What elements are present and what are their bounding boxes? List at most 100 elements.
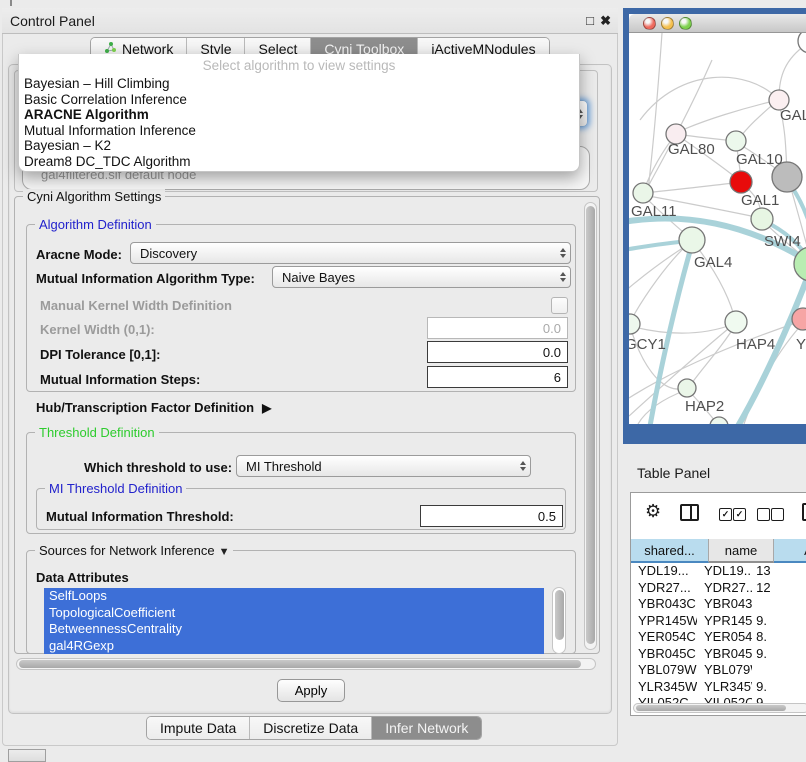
network-node-gcy1[interactable] bbox=[629, 314, 640, 334]
which-threshold-value: MI Threshold bbox=[246, 459, 322, 474]
network-node-gal4[interactable] bbox=[679, 227, 705, 253]
column-header-shared[interactable]: shared... bbox=[631, 539, 709, 563]
mi-algorithm-type-label: Mutual Information Algorithm Type: bbox=[36, 271, 255, 286]
algorithm-item-mutual-information-inference[interactable]: Mutual Information Inference bbox=[19, 123, 579, 139]
collapsed-panel-grip[interactable] bbox=[8, 749, 46, 762]
attribute-item-gal4rgexp[interactable]: gal4RGexp bbox=[44, 638, 544, 655]
table-cell bbox=[752, 662, 806, 679]
hub-definition-toggle[interactable]: Hub/Transcription Factor Definition▶ bbox=[36, 400, 271, 415]
table-row[interactable]: YPR145WYPR145W9. bbox=[631, 613, 806, 630]
network-node-gal10[interactable] bbox=[726, 131, 746, 151]
table-cell: YLR345W bbox=[631, 679, 697, 696]
network-node-gal11[interactable] bbox=[633, 183, 653, 203]
network-node-label: Y bbox=[796, 336, 806, 353]
aracne-mode-value: Discovery bbox=[140, 246, 197, 261]
control-panel-titlebar: Control Panel □ ✖ bbox=[2, 8, 618, 34]
settings-horizontal-scrollbar[interactable] bbox=[16, 658, 596, 670]
cyni-bottom-tabs: Impute Data Discretize Data Infer Network bbox=[146, 716, 482, 740]
combo-stepper-icon bbox=[560, 243, 566, 263]
gear-icon[interactable]: ⚙ bbox=[645, 501, 661, 522]
algorithm-item-dream8-dc-tdc-algorithm[interactable]: Dream8 DC_TDC Algorithm bbox=[19, 154, 579, 170]
network-node-swi4[interactable] bbox=[751, 208, 773, 230]
table-row[interactable]: YIL052CYIL052C9. bbox=[631, 695, 806, 703]
hide-columns-icon[interactable] bbox=[771, 508, 784, 521]
sources-group-title[interactable]: Sources for Network Inference▼ bbox=[35, 543, 233, 558]
tab-impute-data[interactable]: Impute Data bbox=[147, 717, 250, 739]
close-window-icon[interactable] bbox=[643, 17, 656, 30]
mi-threshold-label: Mutual Information Threshold: bbox=[46, 509, 234, 524]
table-row[interactable]: YLR345WYLR345W9. bbox=[631, 679, 806, 696]
column-header-a[interactable]: A bbox=[774, 539, 806, 563]
table-cell: YBR045C bbox=[697, 646, 752, 663]
tab-label: Discretize Data bbox=[263, 720, 358, 736]
dpi-tolerance-field[interactable]: 0.0 bbox=[427, 341, 568, 363]
table-row[interactable]: YDL19...YDL19...13 bbox=[631, 563, 806, 580]
network-node-hap2[interactable] bbox=[678, 379, 696, 397]
mi-steps-field[interactable]: 6 bbox=[427, 366, 568, 388]
function-icon[interactable] bbox=[802, 503, 806, 521]
table-cell: YIL052C bbox=[631, 695, 697, 703]
table-cell: YDR27... bbox=[631, 580, 697, 597]
table-cell: YBR043C bbox=[631, 596, 697, 613]
table-cell: 12 bbox=[752, 580, 806, 597]
control-panel-title: Control Panel bbox=[10, 13, 95, 29]
show-columns-icon[interactable]: ✓ bbox=[733, 508, 746, 521]
table-row[interactable]: YBR045CYBR045C9. bbox=[631, 646, 806, 663]
algorithm-definition-title: Algorithm Definition bbox=[35, 217, 156, 232]
table-row[interactable]: YBL079WYBL079W bbox=[631, 662, 806, 679]
minimize-window-icon[interactable] bbox=[661, 17, 674, 30]
mi-threshold-definition-title: MI Threshold Definition bbox=[45, 481, 186, 496]
table-panel-title: Table Panel bbox=[637, 465, 710, 481]
mi-steps-label: Mutual Information Steps: bbox=[40, 372, 200, 387]
which-threshold-combo[interactable]: MI Threshold bbox=[236, 455, 531, 477]
combo-stepper-icon bbox=[560, 267, 566, 287]
algorithm-item-bayesian-hill-climbing[interactable]: Bayesian – Hill Climbing bbox=[19, 76, 579, 92]
attribute-item-betweennesscentrality[interactable]: BetweennessCentrality bbox=[44, 621, 544, 638]
tab-label: Infer Network bbox=[385, 720, 468, 736]
algorithm-item-bayesian-k2[interactable]: Bayesian – K2 bbox=[19, 138, 579, 154]
mi-algorithm-type-value: Naive Bayes bbox=[282, 270, 355, 285]
algorithm-dropdown-popup: Select algorithm to view settings Bayesi… bbox=[18, 54, 580, 172]
screen: Control Panel □ ✖ NetworkStyleSelectCyni… bbox=[0, 0, 806, 762]
zoom-window-icon[interactable] bbox=[679, 17, 692, 30]
table-row[interactable]: YER054CYER054C8. bbox=[631, 629, 806, 646]
split-view-icon[interactable] bbox=[680, 504, 699, 521]
network-node-label: GAL80 bbox=[668, 141, 715, 158]
attribute-item-topologicalcoefficient[interactable]: TopologicalCoefficient bbox=[44, 605, 544, 622]
table-row[interactable]: YBR043CYBR043C bbox=[631, 596, 806, 613]
settings-vertical-scrollbar[interactable] bbox=[584, 202, 597, 650]
table-cell: 9. bbox=[752, 679, 806, 696]
mi-algorithm-type-combo[interactable]: Naive Bayes bbox=[272, 266, 571, 288]
algorithm-dropdown-prompt: Select algorithm to view settings bbox=[19, 54, 579, 76]
network-node-gal1[interactable] bbox=[730, 171, 752, 193]
apply-button[interactable]: Apply bbox=[277, 679, 345, 702]
tab-infer-network[interactable]: Infer Network bbox=[372, 717, 481, 739]
close-panel-icon[interactable]: ✖ bbox=[600, 13, 611, 29]
show-columns-icon[interactable]: ✓ bbox=[719, 508, 732, 521]
attribute-item-selfloops[interactable]: SelfLoops bbox=[44, 588, 544, 605]
algorithm-item-aracne-algorithm[interactable]: ARACNE Algorithm bbox=[19, 107, 579, 123]
algorithm-item-basic-correlation-inference[interactable]: Basic Correlation Inference bbox=[19, 92, 579, 108]
table-horizontal-scrollbar[interactable] bbox=[633, 703, 806, 713]
tab-discretize-data[interactable]: Discretize Data bbox=[250, 717, 372, 739]
network-node-hap4[interactable] bbox=[725, 311, 747, 333]
float-panel-icon[interactable]: □ bbox=[586, 13, 594, 28]
hide-columns-icon[interactable] bbox=[757, 508, 770, 521]
table-cell: 9. bbox=[752, 646, 806, 663]
top-tick bbox=[10, 0, 12, 6]
network-node-label: GAL10 bbox=[736, 151, 783, 168]
network-node-label: GAL4 bbox=[694, 254, 732, 271]
attributes-scrollbar[interactable] bbox=[552, 587, 566, 654]
network-canvas[interactable]: GALGAL80GAL10GAL1GAL11SWI4GAL4GCY1HAP4YH… bbox=[629, 33, 806, 424]
column-header-name[interactable]: name bbox=[709, 539, 774, 563]
table-cell: 9. bbox=[752, 695, 806, 703]
aracne-mode-combo[interactable]: Discovery bbox=[130, 242, 571, 264]
table-cell: YER054C bbox=[697, 629, 752, 646]
table-row[interactable]: YDR27...YDR27...12 bbox=[631, 580, 806, 597]
kernel-width-field[interactable]: 0.0 bbox=[427, 317, 568, 339]
network-node-label: HAP2 bbox=[685, 398, 724, 415]
network-window-titlebar[interactable] bbox=[629, 14, 806, 33]
manual-kernel-width-checkbox[interactable] bbox=[551, 297, 568, 314]
table-cell: YER054C bbox=[631, 629, 697, 646]
mi-threshold-field[interactable]: 0.5 bbox=[420, 505, 563, 527]
